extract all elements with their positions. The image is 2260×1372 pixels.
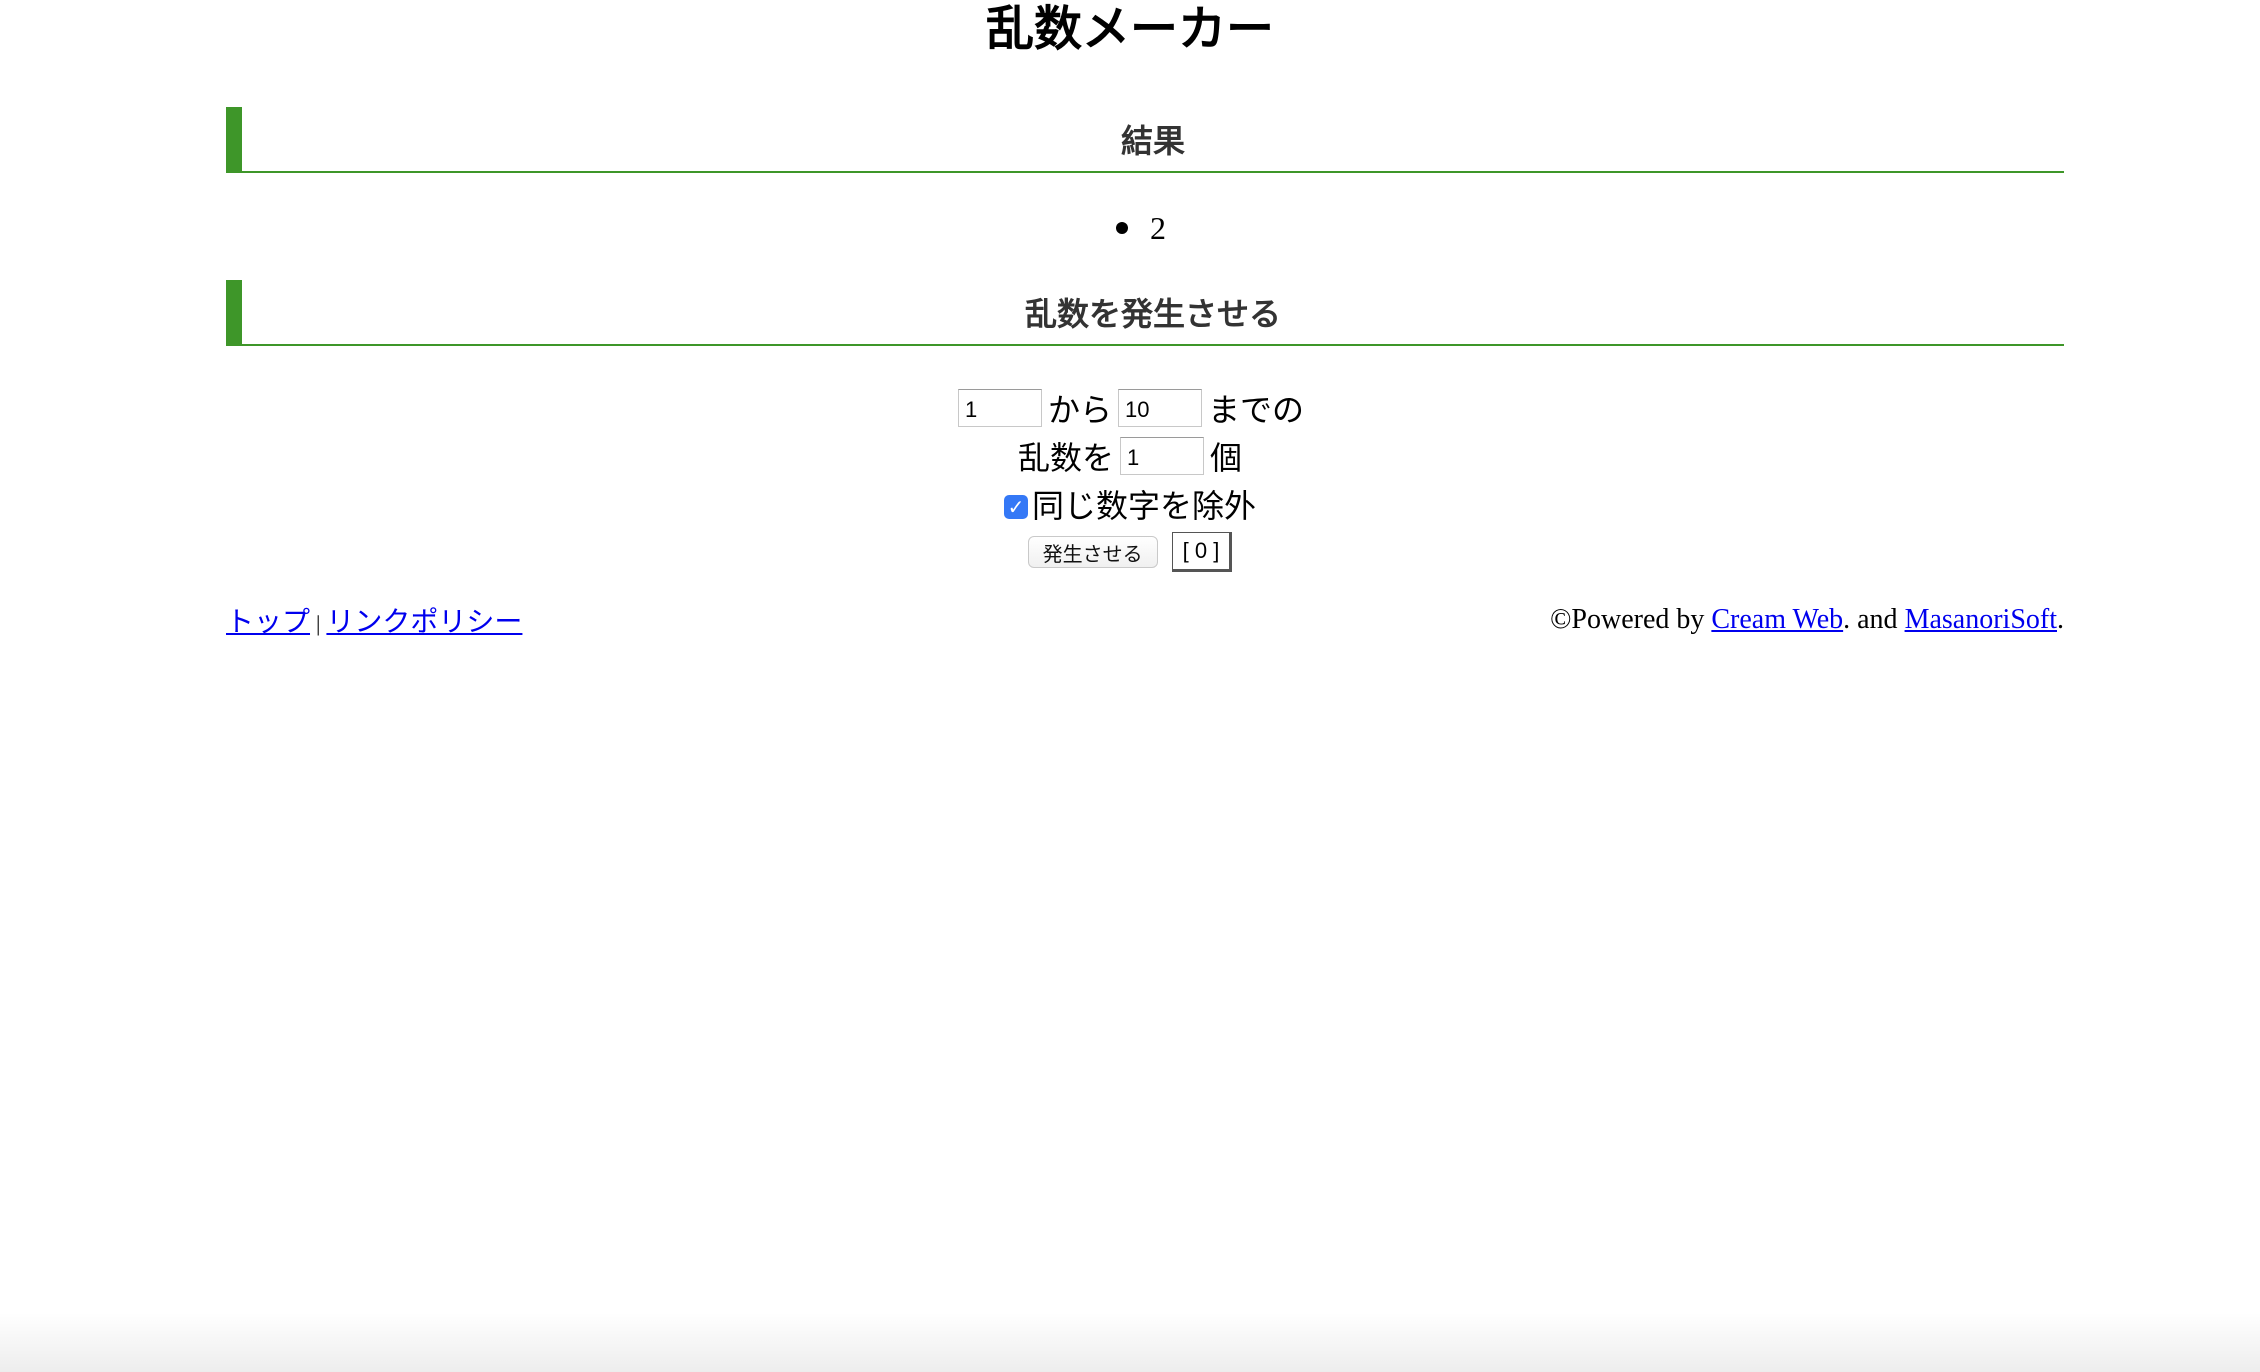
footer-nav: トップ | リンクポリシー [226,600,522,640]
result-list: 2 [0,205,2260,250]
generate-heading: 乱数を発生させる [226,280,2064,346]
range-row: から までの [0,384,2260,432]
footer-separator: | [316,611,321,636]
count-prefix-label: 乱数を [1017,440,1114,476]
and-text: . and [1843,604,1905,635]
from-label: から [1047,392,1112,428]
generate-button[interactable]: 発生させる [1027,536,1158,568]
result-list-item: 2 [1094,206,1166,250]
range-min-input[interactable] [957,389,1042,427]
range-max-input[interactable] [1118,389,1202,427]
link-policy-link[interactable]: リンクポリシー [326,607,522,638]
page: 乱数メーカー 結果 2 乱数を発生させる から までの 乱数を 個 ✓ 同じ数字… [0,0,2260,1372]
count-suffix-label: 個 [1210,440,1243,476]
footer: トップ | リンクポリシー ©Powered by Cream Web. and M… [226,600,2064,640]
exclude-row: ✓ 同じ数字を除外 [0,480,2260,528]
buttons-row: 発生させる [ 0 ] [0,528,2260,576]
bullet-dot-icon [1116,222,1128,234]
checkmark-icon: ✓ [1007,495,1025,519]
bottom-shadow [0,1312,2260,1372]
cream-web-link[interactable]: Cream Web [1711,604,1843,635]
page-title: 乱数メーカー [985,3,1274,56]
powered-by-text: ©Powered by [1550,604,1712,635]
result-value: 2 [1150,209,1166,246]
generate-form: から までの 乱数を 個 ✓ 同じ数字を除外 発生させる [ 0 ] [0,384,2260,576]
masanorisoft-link[interactable]: MasanoriSoft [1905,604,2057,635]
exclude-duplicates-label[interactable]: 同じ数字を除外 [1032,481,1256,527]
credits-suffix: . [2057,604,2064,635]
exclude-duplicates-checkbox[interactable]: ✓ [1003,495,1028,519]
result-heading: 結果 [226,107,2064,173]
count-input[interactable] [1120,437,1204,475]
to-label: までの [1208,392,1305,428]
top-link[interactable]: トップ [226,607,310,638]
counter-button[interactable]: [ 0 ] [1171,532,1233,572]
count-row: 乱数を 個 [0,432,2260,480]
footer-credits: ©Powered by Cream Web. and MasanoriSoft. [1550,604,2064,636]
